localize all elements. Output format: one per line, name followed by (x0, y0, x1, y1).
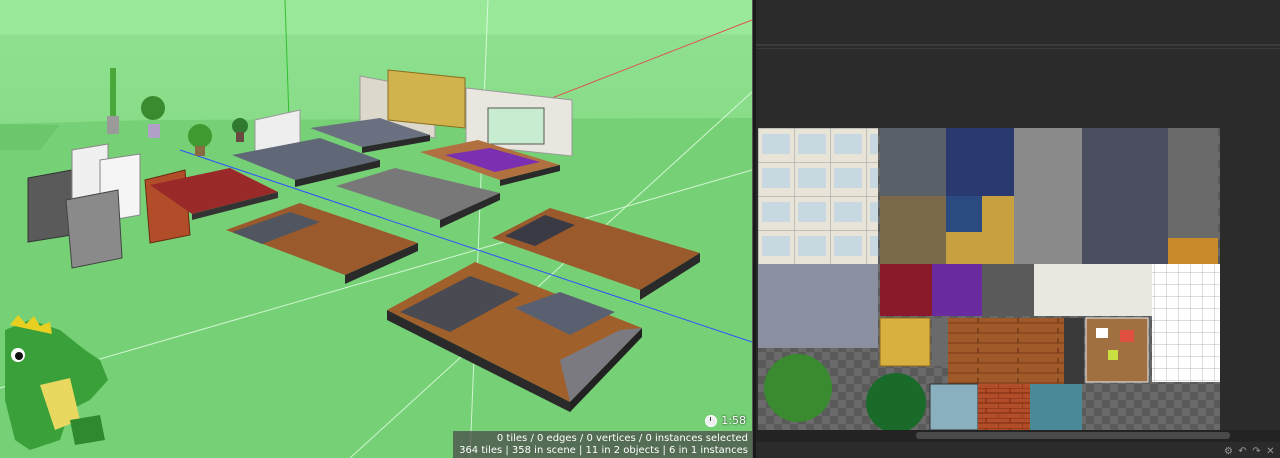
tile-white-grid[interactable] (1152, 264, 1220, 382)
tile-teal[interactable] (1030, 384, 1082, 430)
tile-grey-stone[interactable] (1014, 128, 1082, 264)
panel-header (756, 0, 1280, 46)
timer: 1:58 (705, 414, 746, 427)
clock-icon (705, 414, 718, 427)
selection-status: 0 tiles / 0 edges / 0 vertices / 0 insta… (453, 431, 752, 458)
tile-vent[interactable] (932, 318, 948, 366)
settings-icon[interactable]: ⚙ (1223, 446, 1234, 457)
tile-red-carpet[interactable] (880, 264, 932, 316)
tile-stripes[interactable] (982, 264, 1034, 316)
plant (141, 96, 165, 120)
tile-wood-floor[interactable] (948, 318, 1064, 384)
tile-glass[interactable] (929, 383, 979, 430)
tile-white-stain[interactable] (1034, 264, 1152, 316)
tile-dark-speckle[interactable] (1082, 128, 1168, 264)
panel-toolbar: ⚙ ↶ ↷ ✕ (1223, 446, 1276, 457)
status-line-selection: 0 tiles / 0 edges / 0 vertices / 0 insta… (496, 433, 748, 444)
plant (232, 118, 248, 134)
scrollbar-thumb[interactable] (916, 432, 1230, 439)
tile-gold-panel[interactable] (879, 317, 931, 367)
panel-separator (756, 48, 1280, 49)
wall-stone (65, 189, 123, 269)
redo-icon[interactable]: ↷ (1251, 446, 1262, 457)
status-line-scene: 364 tiles | 358 in scene | 11 in 2 objec… (459, 445, 748, 456)
timer-text: 1:58 (721, 414, 746, 427)
tileset-atlas[interactable] (758, 128, 1220, 430)
undo-icon[interactable]: ↶ (1237, 446, 1248, 457)
tile-fern[interactable] (764, 354, 832, 422)
pole (110, 68, 116, 116)
tile-outlet[interactable] (1064, 318, 1084, 384)
tile-window-tiles[interactable] (758, 128, 878, 264)
delete-icon[interactable]: ✕ (1265, 446, 1276, 457)
wall-dark (27, 169, 73, 243)
3d-viewport[interactable]: 1:58 0 tiles / 0 edges / 0 vertices / 0 … (0, 0, 752, 458)
horizontal-scrollbar[interactable] (756, 430, 1280, 442)
tile-wood-dark[interactable] (880, 196, 946, 264)
wall-gold (387, 69, 466, 129)
tile-purple[interactable] (932, 264, 982, 316)
tileset-panel: ⚙ ↶ ↷ ✕ (756, 0, 1280, 458)
plant (188, 124, 212, 148)
tile-blue-rain[interactable] (946, 128, 1014, 196)
tile-brick[interactable] (978, 384, 1030, 430)
tile-clouds[interactable] (758, 264, 878, 348)
scene-canvas[interactable] (0, 0, 752, 458)
tile-dark-slate[interactable] (880, 128, 946, 196)
